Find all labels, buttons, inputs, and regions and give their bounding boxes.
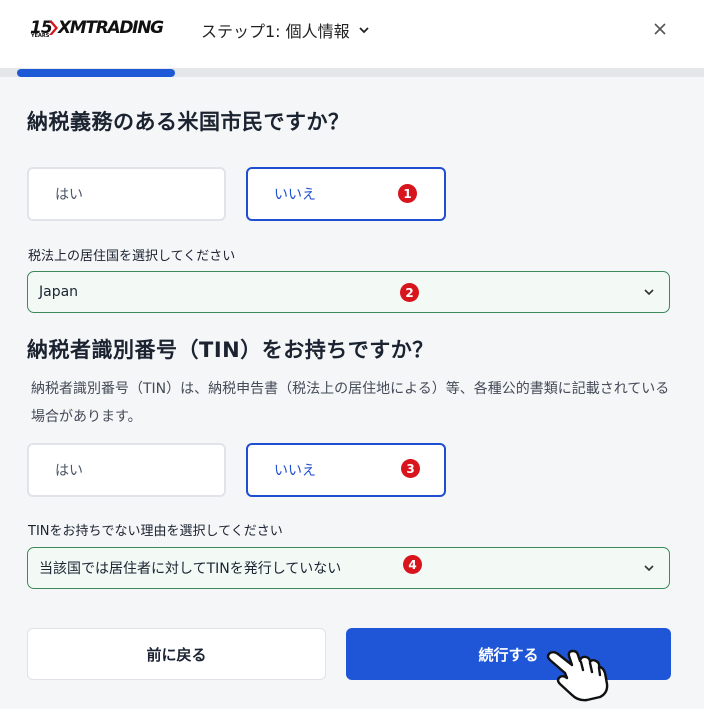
chevron-down-icon [644, 289, 654, 296]
logo-years-caption: YEARS [31, 33, 50, 39]
logo-brand: XMTRADING [58, 18, 164, 38]
step-selector[interactable]: ステップ1: 個人情報 [201, 18, 370, 42]
chevron-down-icon [644, 565, 654, 572]
us-citizen-yes-option[interactable]: はい [27, 167, 226, 221]
xm-logo[interactable]: 15 YEARS XMTRADING [30, 16, 170, 42]
chevron-down-icon [359, 27, 369, 34]
close-icon[interactable] [650, 19, 670, 39]
option-label: はい [55, 187, 83, 203]
option-label: いいえ [274, 463, 316, 479]
continue-button-label: 続行する [478, 645, 539, 664]
no-tin-reason-value: 当該国では居住者に対してTINを発行していない [39, 561, 342, 577]
no-tin-reason-select[interactable]: 当該国では居住者に対してTINを発行していない [27, 547, 670, 589]
back-button-label: 前に戻る [146, 645, 207, 664]
back-button[interactable]: 前に戻る [27, 628, 326, 680]
tin-question: 納税者識別番号（TIN）をお持ちですか？ [27, 338, 434, 362]
no-tin-reason-label: TINをお持ちでない理由を選択してください [28, 524, 283, 539]
tin-yes-option[interactable]: はい [27, 443, 226, 497]
continue-button[interactable]: 続行する [346, 628, 671, 680]
step-badge-2: 2 [400, 283, 419, 302]
tin-description: 納税者識別番号（TIN）は、納税申告書（税法上の居住地による）等、各種公的書類に… [31, 381, 670, 425]
step-badge-3: 3 [401, 459, 420, 478]
step-title: ステップ1: 個人情報 [201, 22, 350, 41]
residence-label: 税法上の居住国を選択してください [28, 249, 236, 264]
option-label: はい [55, 463, 83, 479]
step-badge-4: 4 [403, 555, 422, 574]
option-label: いいえ [274, 187, 316, 203]
us-citizen-question: 納税義務のある米国市民ですか？ [27, 110, 350, 134]
header: 15 YEARS XMTRADING ステップ1: 個人情報 [0, 0, 704, 68]
residence-country-select[interactable]: Japan [27, 271, 670, 313]
pointing-hand-icon [546, 649, 609, 702]
progress-bar [17, 69, 175, 77]
residence-country-value: Japan [39, 284, 79, 300]
step-badge-1: 1 [398, 184, 417, 203]
